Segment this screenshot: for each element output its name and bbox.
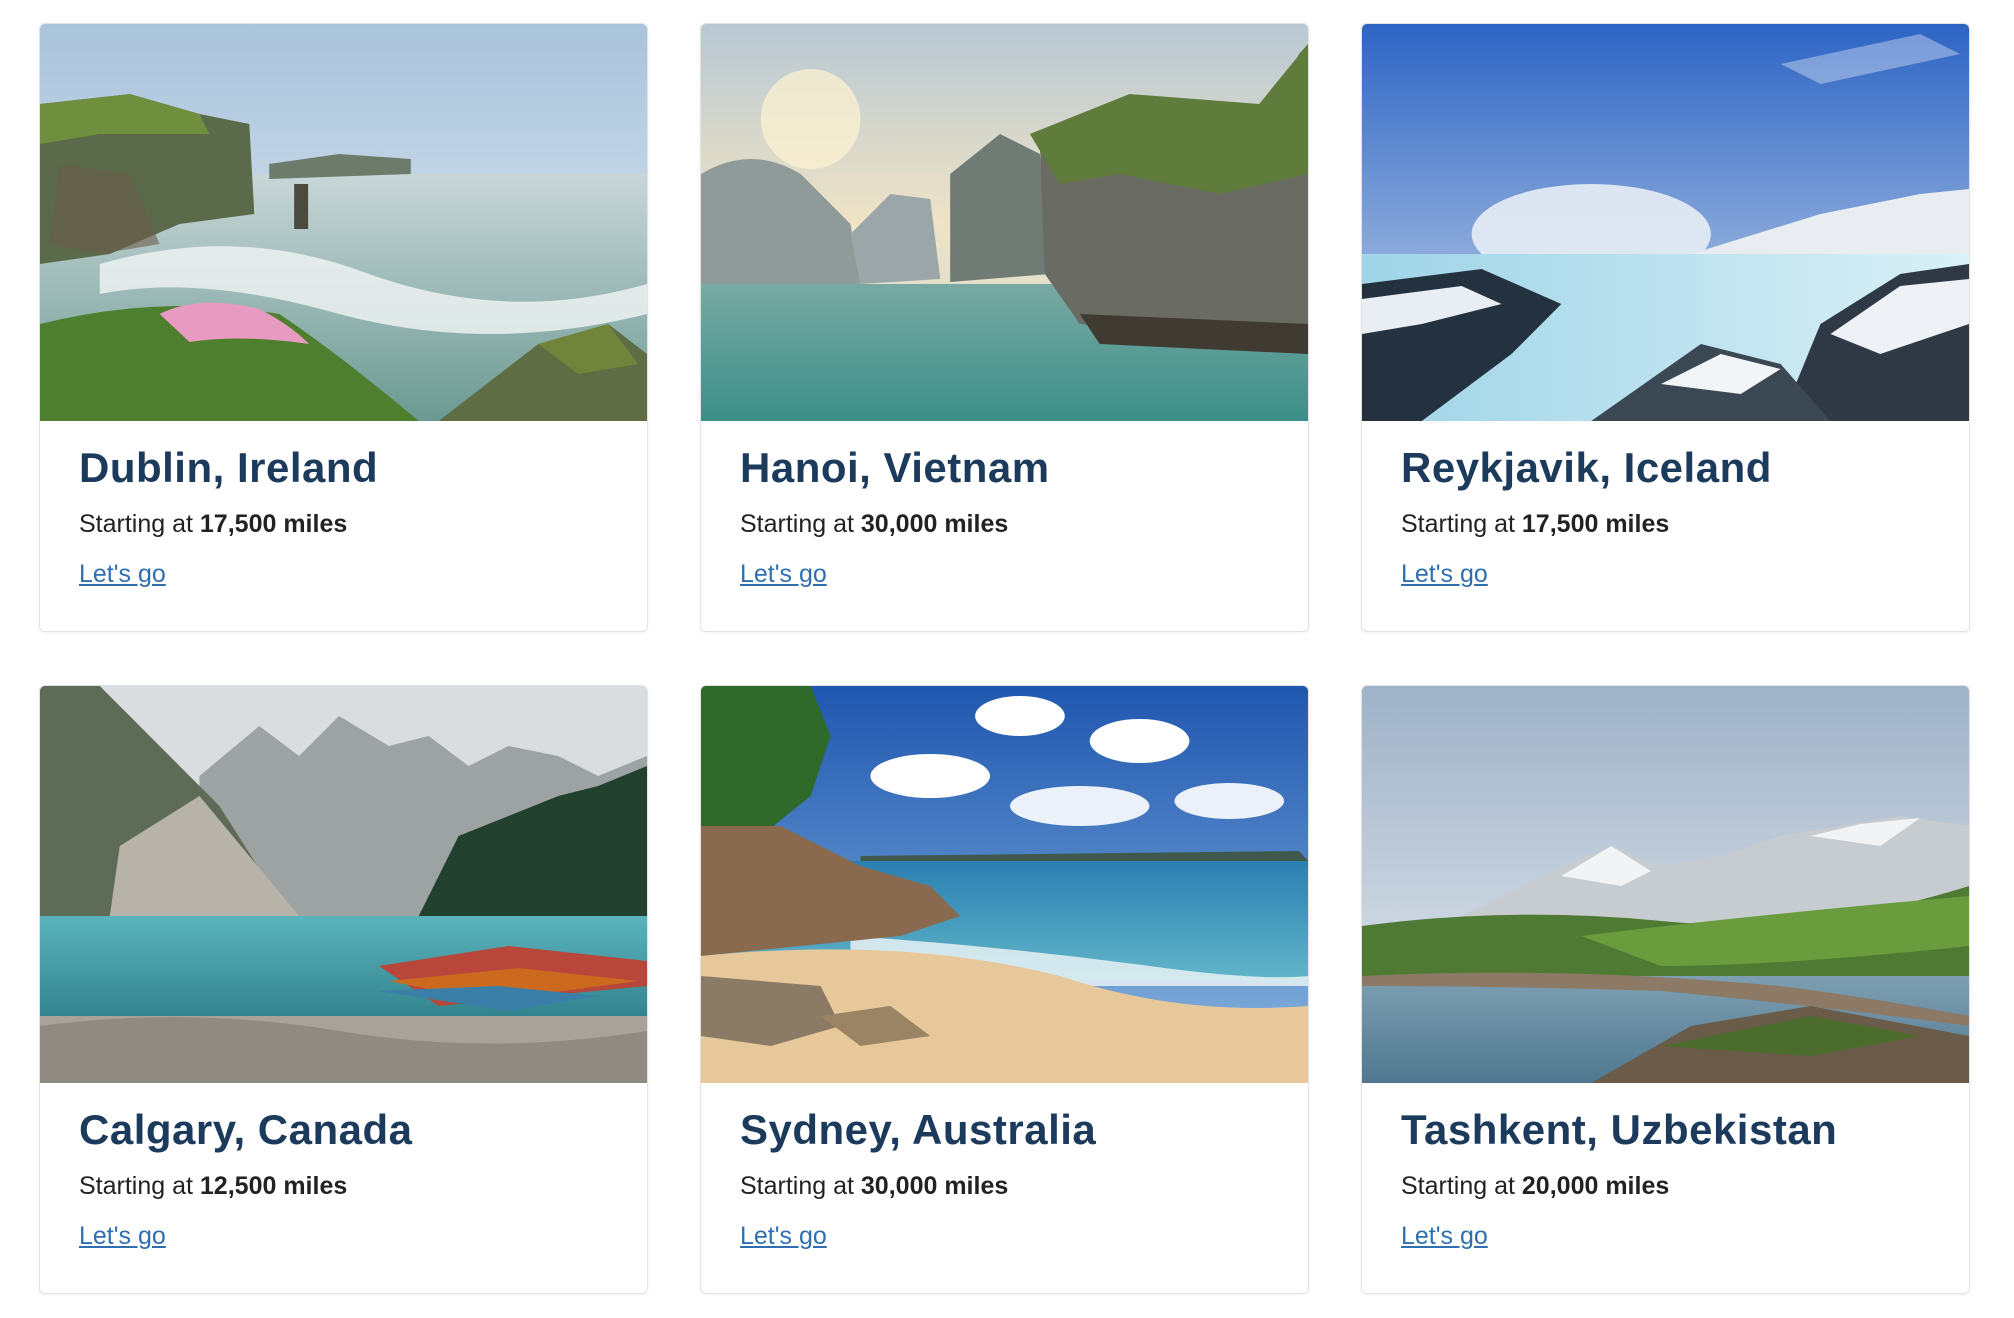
price-amount: 30,000 miles bbox=[860, 510, 1009, 539]
price-text: Starting at 20,000 miles bbox=[1401, 1172, 1939, 1201]
destination-card-hanoi[interactable]: Hanoi, Vietnam Starting at 30,000 miles … bbox=[700, 23, 1309, 632]
tashkent-photo bbox=[1362, 686, 1969, 1083]
destination-title: Dublin, Ireland bbox=[79, 444, 379, 491]
price-prefix: Starting at bbox=[1401, 510, 1515, 539]
destination-title: Hanoi, Vietnam bbox=[740, 444, 1050, 491]
destination-card-sydney[interactable]: Sydney, Australia Starting at 30,000 mil… bbox=[700, 685, 1309, 1294]
price-amount: 30,000 miles bbox=[860, 1172, 1009, 1201]
lets-go-link[interactable]: Let's go bbox=[79, 1222, 166, 1251]
price-amount: 20,000 miles bbox=[1521, 1172, 1670, 1201]
price-prefix: Starting at bbox=[1401, 1172, 1515, 1201]
price-amount: 17,500 miles bbox=[1521, 510, 1670, 539]
lets-go-link[interactable]: Let's go bbox=[1401, 560, 1488, 589]
price-text: Starting at 12,500 miles bbox=[79, 1172, 617, 1201]
price-prefix: Starting at bbox=[79, 510, 193, 539]
destination-title: Calgary, Canada bbox=[79, 1106, 413, 1153]
lets-go-link[interactable]: Let's go bbox=[740, 1222, 827, 1251]
price-prefix: Starting at bbox=[79, 1172, 193, 1201]
price-amount: 12,500 miles bbox=[199, 1172, 348, 1201]
destination-grid: Dublin, Ireland Starting at 17,500 miles… bbox=[39, 23, 1970, 1294]
sydney-photo bbox=[701, 686, 1308, 1083]
destination-card-dublin[interactable]: Dublin, Ireland Starting at 17,500 miles… bbox=[39, 23, 648, 632]
price-amount: 17,500 miles bbox=[199, 510, 348, 539]
lets-go-link[interactable]: Let's go bbox=[79, 560, 166, 589]
destination-title: Sydney, Australia bbox=[740, 1106, 1097, 1153]
lets-go-link[interactable]: Let's go bbox=[740, 560, 827, 589]
calgary-photo bbox=[40, 686, 647, 1083]
price-text: Starting at 17,500 miles bbox=[1401, 510, 1939, 539]
dublin-photo bbox=[40, 24, 647, 421]
destination-card-reykjavik[interactable]: Reykjavik, Iceland Starting at 17,500 mi… bbox=[1361, 23, 1970, 632]
price-text: Starting at 17,500 miles bbox=[79, 510, 617, 539]
lets-go-link[interactable]: Let's go bbox=[1401, 1222, 1488, 1251]
destination-card-tashkent[interactable]: Tashkent, Uzbekistan Starting at 20,000 … bbox=[1361, 685, 1970, 1294]
hanoi-photo bbox=[701, 24, 1308, 421]
price-text: Starting at 30,000 miles bbox=[740, 510, 1278, 539]
price-prefix: Starting at bbox=[740, 510, 854, 539]
destination-card-calgary[interactable]: Calgary, Canada Starting at 12,500 miles… bbox=[39, 685, 648, 1294]
reykjavik-photo bbox=[1362, 24, 1969, 421]
price-prefix: Starting at bbox=[740, 1172, 854, 1201]
destination-title: Tashkent, Uzbekistan bbox=[1401, 1106, 1838, 1153]
price-text: Starting at 30,000 miles bbox=[740, 1172, 1278, 1201]
destination-title: Reykjavik, Iceland bbox=[1401, 444, 1772, 491]
